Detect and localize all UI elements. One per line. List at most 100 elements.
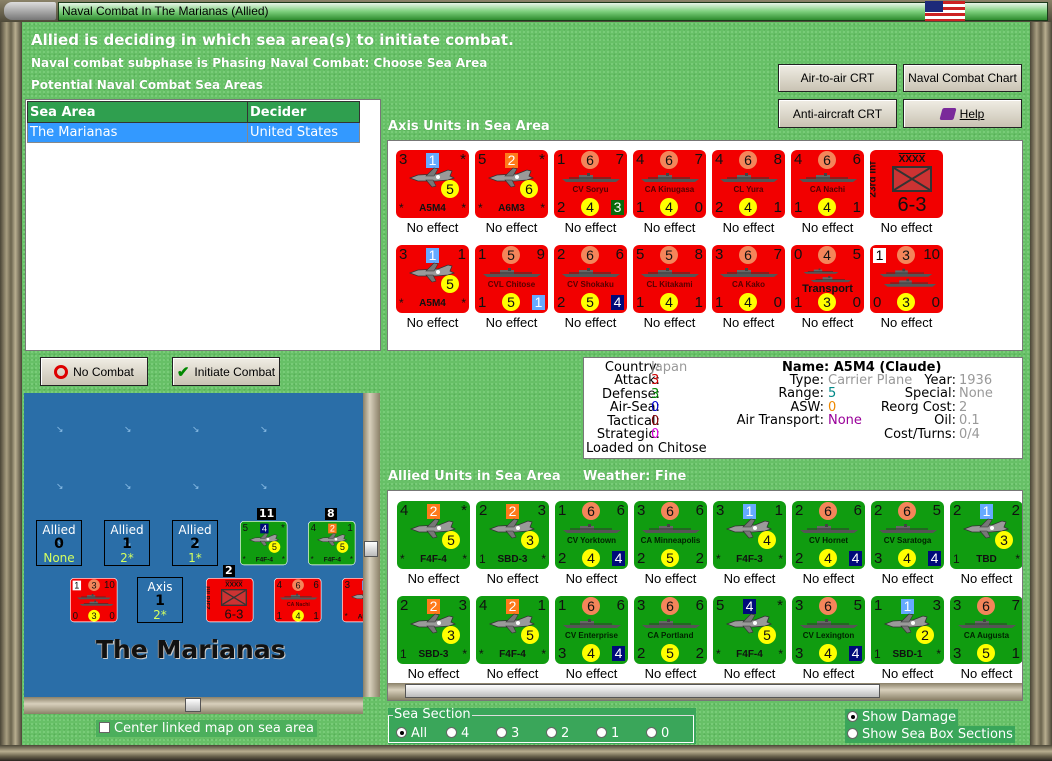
column-decider[interactable]: Decider <box>247 101 360 123</box>
unit-counter[interactable]: 5 2 * 6 * A6M3 * <box>475 150 548 218</box>
sea-box[interactable]: Allied 2 1* <box>172 520 218 566</box>
table-row[interactable]: The Marianas United States <box>27 122 360 143</box>
unit-counter[interactable]: 3 6 6 CA Portland 2 5 2 <box>634 596 707 664</box>
unit-counter[interactable]: 23rd Inf XXXX 6-3 <box>870 150 943 218</box>
sea-section-option[interactable]: 3 <box>496 726 546 741</box>
unit-counter[interactable]: 4 6 8 CL Yura 2 4 1 <box>712 150 785 218</box>
center-map-checkbox[interactable]: Center linked map on sea area <box>96 720 317 737</box>
current-arrow-icon: ↘ <box>56 425 64 435</box>
radio-button[interactable] <box>496 727 507 738</box>
top-right-value: 7 <box>694 151 703 168</box>
top-left-value: 4 <box>715 151 724 168</box>
unit-counter[interactable]: 3 1 * 5 * A5M4 * <box>396 150 469 218</box>
attack-circle: 6 <box>819 597 837 615</box>
unit-counter[interactable]: 3 6 7 CA Augusta 3 5 1 <box>950 596 1022 664</box>
help-button[interactable]: Help <box>903 99 1022 128</box>
sea-section-option[interactable]: 2 <box>546 726 596 741</box>
unit-counter[interactable]: 0 4 5 Transport 1 3 0 <box>791 245 864 313</box>
unit-status: No effect <box>643 220 696 235</box>
unit-counter[interactable]: 4 6 7 CA Kinugasa 1 4 0 <box>633 150 706 218</box>
defense-circle: 4 <box>818 198 836 216</box>
unit-counter[interactable]: 1 1 3 2 1 SBD-1 * <box>871 596 944 664</box>
radio-button[interactable] <box>446 727 457 738</box>
air-to-air-crt-button[interactable]: Air-to-air CRT <box>778 64 897 92</box>
defense-circle: 4 <box>582 549 600 567</box>
unit-counter[interactable]: 2 2 3 3 1 SBD-3 * <box>397 596 470 664</box>
unit-strength: 6-3 <box>897 194 927 216</box>
ship-icon <box>79 599 114 610</box>
unit-counter[interactable]: 1 6 7 CV Soryu 2 4 3 <box>554 150 627 218</box>
unit-counter[interactable]: 3 1 1 4 * F4F-3 * <box>713 501 786 569</box>
checkbox-box[interactable] <box>99 722 110 733</box>
sea-box[interactable]: Allied 1 2* <box>104 520 150 566</box>
radio-button[interactable] <box>847 728 858 739</box>
sea-area-map[interactable]: The Marianas ↘↘↘↘↘↘↘↘↘↘↘↘Allied0NoneAlli… <box>24 393 363 697</box>
unit-counter[interactable]: 1 5 9 CVL Chitose 1 5 1 <box>475 245 548 313</box>
map-vertical-scrollbar[interactable] <box>363 393 380 697</box>
naval-combat-chart-button[interactable]: Naval Combat Chart <box>903 64 1022 92</box>
unit-status: No effect <box>802 571 855 586</box>
unit-counter[interactable]: 2 6 5 CV Saratoga 3 4 4 <box>871 501 944 569</box>
unit-counter[interactable]: 4 6 6 CA Nachi 1 4 1 <box>274 578 322 623</box>
sea-section-option[interactable]: 1 <box>596 726 646 741</box>
radio-button[interactable] <box>646 727 657 738</box>
unit-counter[interactable]: 3115*A5M4* <box>342 578 363 623</box>
unit-counter[interactable]: 5 5 8 CL Kitakami 1 4 1 <box>633 245 706 313</box>
sea-section-option[interactable]: 0 <box>646 726 696 741</box>
unit-counter[interactable]: 4 2 1 5 * F4F-4 * <box>308 521 356 566</box>
top-right-value: 5 <box>852 246 861 263</box>
top-right-value: 5 <box>932 502 941 519</box>
show-damage-radio[interactable]: Show Damage <box>845 709 959 726</box>
unit-counter[interactable]: 3 6 7 CA Kako 1 4 0 <box>712 245 785 313</box>
unit-counter[interactable]: 2 2 3 3 1 SBD-3 * <box>476 501 549 569</box>
scrollbar-thumb[interactable] <box>405 684 880 698</box>
unit-counter[interactable]: 2 6 6 CV Shokaku 2 5 4 <box>554 245 627 313</box>
defense-circle: 4 <box>581 198 599 216</box>
unit-counter[interactable]: 3 6 6 CA Minneapolis 2 5 2 <box>634 501 707 569</box>
column-sea-area[interactable]: Sea Area <box>27 101 248 123</box>
unit-counter[interactable]: 1 6 6 CV Yorktown 2 4 4 <box>555 501 628 569</box>
unit-counter[interactable]: 2 6 6 CV Hornet 2 4 4 <box>792 501 865 569</box>
unit-counter[interactable]: 5 4 * 5 * F4F-4 * <box>240 521 288 566</box>
scrollbar-thumb[interactable] <box>364 541 378 557</box>
unit-counter[interactable]: 1 6 6 CV Enterprise 3 4 4 <box>555 596 628 664</box>
unit-counter[interactable]: 2 1 2 3 1 TBD * <box>950 501 1022 569</box>
map-horizontal-scrollbar[interactable] <box>24 697 363 714</box>
unit-status: No effect <box>643 315 696 330</box>
radio-button[interactable] <box>396 727 407 738</box>
initiate-combat-button[interactable]: ✔ Initiate Combat <box>172 357 280 386</box>
sea-box[interactable]: Allied 0 None <box>36 520 82 566</box>
radio-button[interactable] <box>546 727 557 738</box>
show-sea-box-sections-radio[interactable]: Show Sea Box Sections <box>845 726 1015 743</box>
unit-counter[interactable]: 23rd Inf XXXX 6-3 <box>206 578 254 623</box>
unit-counter[interactable]: 4 2 1 5 * F4F-4 * <box>476 596 549 664</box>
defense-value: 3 <box>651 386 660 402</box>
sea-box[interactable]: Axis 1 2* <box>137 577 183 623</box>
anti-aircraft-crt-button[interactable]: Anti-aircraft CRT <box>778 99 897 128</box>
bottom-right-value: * <box>541 552 546 566</box>
sea-area-cell: The Marianas <box>27 122 248 143</box>
sea-section-option[interactable]: All <box>396 726 446 741</box>
unit-counter[interactable]: 1 3 10 0 3 0 <box>870 245 943 313</box>
top-left-value: 2 <box>874 502 883 519</box>
unit-counter[interactable]: 4 6 6 CA Nachi 1 4 1 <box>791 150 864 218</box>
attack-circle: 6 <box>582 597 600 615</box>
unit-counter[interactable]: 1 3 10 0 3 0 <box>70 578 118 623</box>
system-menu-button[interactable] <box>4 2 56 20</box>
no-combat-button[interactable]: No Combat <box>40 357 148 386</box>
bottom-left-value: 0 <box>72 610 79 622</box>
radio-button[interactable] <box>847 711 858 722</box>
sea-section-option[interactable]: 4 <box>446 726 496 741</box>
radio-button[interactable] <box>596 727 607 738</box>
attack-circle: 6 <box>582 502 600 520</box>
scrollbar-thumb[interactable] <box>185 698 201 712</box>
unit-counter[interactable]: 4 2 * 5 * F4F-4 * <box>397 501 470 569</box>
unit-counter[interactable]: 3 6 5 CV Lexington 3 4 4 <box>792 596 865 664</box>
top-right-value: 5 <box>853 597 862 614</box>
attack-circle: 3 <box>897 246 915 264</box>
defense-circle: 5 <box>661 549 679 567</box>
unit-counter[interactable]: 5 4 * 5 * F4F-4 * <box>713 596 786 664</box>
allied-horizontal-scrollbar[interactable] <box>388 683 1022 700</box>
unit-counter[interactable]: 3115*A5M4* <box>396 245 469 313</box>
attack-value: 3 <box>399 151 408 168</box>
